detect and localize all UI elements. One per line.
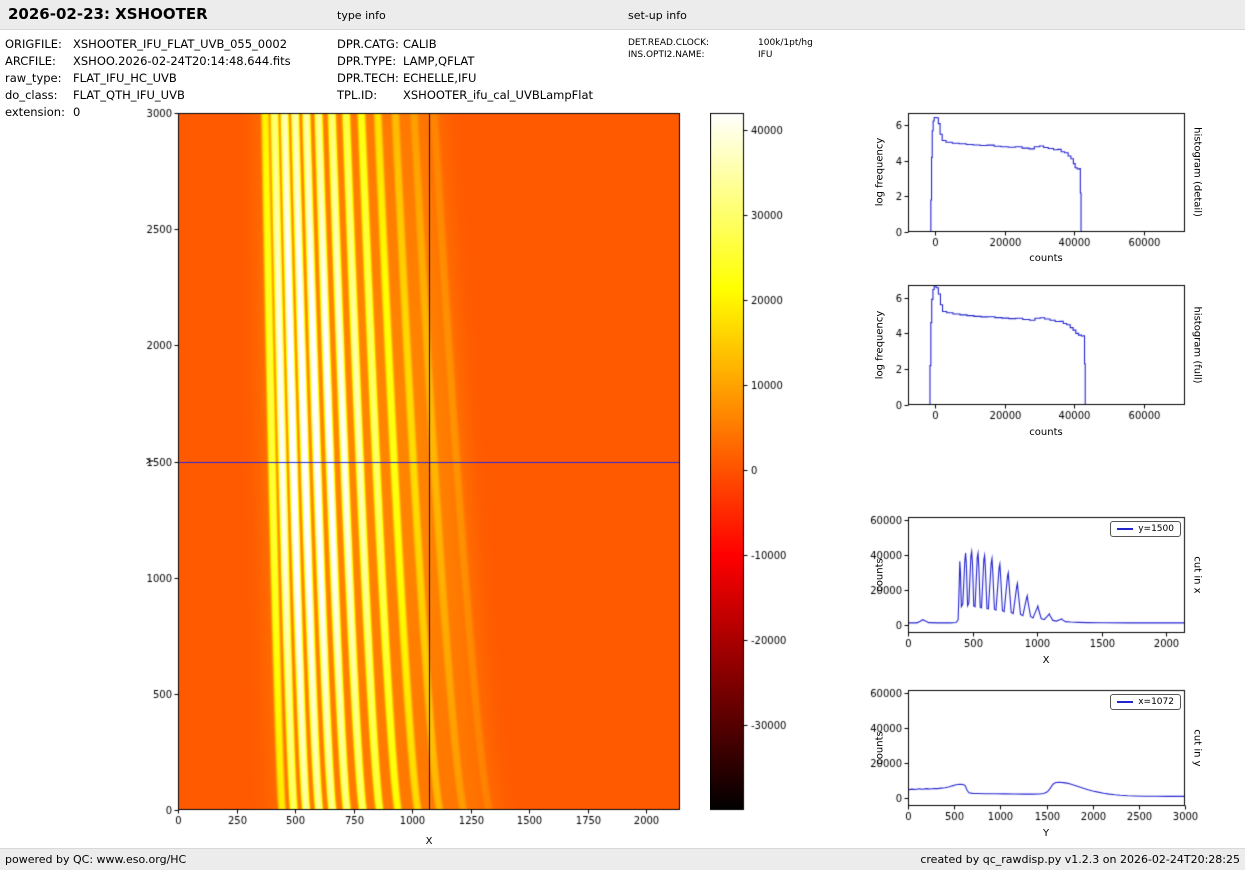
meta-label: raw_type: xyxy=(5,71,62,85)
meta-value: XSHOO.2026-02-24T20:14:48.644.fits xyxy=(73,54,291,68)
histogram-detail-ylabel: log frequency xyxy=(874,137,886,207)
meta-value: 0 xyxy=(73,105,81,119)
meta-value: FLAT_IFU_HC_UVB xyxy=(73,71,177,85)
histogram-full-ylabel: log frequency xyxy=(874,310,886,380)
setup-info-heading: set-up info xyxy=(628,9,687,22)
meta-row: DPR.TECH: ECHELLE,IFU xyxy=(337,70,593,87)
meta-label: ORIGFILE: xyxy=(5,37,62,51)
cut-in-x-ylabel: counts xyxy=(874,558,886,592)
histogram-detail-xlabel: counts xyxy=(1029,253,1063,264)
meta-row: raw_type: FLAT_IFU_HC_UVB xyxy=(5,70,291,87)
meta-label: DPR.TECH: xyxy=(337,71,399,85)
histogram-full-side-label: histogram (full) xyxy=(1191,306,1203,384)
cut-in-x-legend: y=1500 xyxy=(1110,521,1181,537)
meta-value: IFU xyxy=(758,50,773,60)
type-info-heading: type info xyxy=(337,9,386,22)
cut-in-x-xlabel: X xyxy=(1042,655,1050,666)
meta-row: INS.OPTI2.NAME: IFU xyxy=(628,49,813,61)
cut-in-y-plot: counts cut in y Y x=1072 xyxy=(870,677,1205,845)
footer-created-by: created by qc_rawdisp.py v1.2.3 on 2026-… xyxy=(920,853,1240,866)
legend-label: x=1072 xyxy=(1138,697,1174,707)
legend-label: y=1500 xyxy=(1138,524,1174,534)
histogram-full-canvas xyxy=(870,272,1205,444)
colorbar xyxy=(710,100,800,850)
cut-in-x-plot: counts cut in x X y=1500 xyxy=(870,504,1205,672)
histogram-detail-side-label: histogram (detail) xyxy=(1191,127,1203,217)
meta-row: ORIGFILE: XSHOOTER_IFU_FLAT_UVB_055_0002 xyxy=(5,36,291,53)
raw-image-plot: Y X xyxy=(140,100,690,850)
meta-value: XSHOOTER_IFU_FLAT_UVB_055_0002 xyxy=(73,37,288,51)
cut-in-y-xlabel: Y xyxy=(1042,828,1050,839)
raw-image-xlabel: X xyxy=(425,836,433,847)
meta-row: ARCFILE: XSHOO.2026-02-24T20:14:48.644.fi… xyxy=(5,53,291,70)
cut-in-x-side-label: cut in x xyxy=(1191,556,1203,594)
meta-value: CALIB xyxy=(403,37,437,51)
raw-image-canvas xyxy=(140,100,690,850)
page-title: 2026-02-23: XSHOOTER xyxy=(8,5,208,23)
legend-line-sample xyxy=(1117,528,1134,530)
header-bar: 2026-02-23: XSHOOTER type info set-up in… xyxy=(0,0,1245,30)
meta-label: ARCFILE: xyxy=(5,54,56,68)
legend-line-sample xyxy=(1117,701,1134,703)
meta-label: DPR.TYPE: xyxy=(337,54,397,68)
histogram-full-plot: log frequency histogram (full) counts xyxy=(870,272,1205,444)
meta-value: ECHELLE,IFU xyxy=(403,71,477,85)
cut-in-y-legend: x=1072 xyxy=(1110,694,1181,710)
meta-value: 100k/1pt/hg xyxy=(758,38,813,48)
cut-in-y-side-label: cut in y xyxy=(1191,729,1203,767)
meta-row: DPR.TYPE: LAMP,QFLAT xyxy=(337,53,593,70)
footer-qc-link[interactable]: powered by QC: www.eso.org/HC xyxy=(5,853,186,866)
meta-value: LAMP,QFLAT xyxy=(403,54,475,68)
histogram-detail-plot: log frequency histogram (detail) counts xyxy=(870,100,1205,270)
meta-row: DPR.CATG: CALIB xyxy=(337,36,593,53)
meta-label: do_class: xyxy=(5,88,58,102)
meta-row: DET.READ.CLOCK: 100k/1pt/hg xyxy=(628,37,813,49)
meta-label: DPR.CATG: xyxy=(337,37,399,51)
cut-in-y-ylabel: counts xyxy=(874,731,886,765)
colorbar-canvas xyxy=(710,100,800,850)
meta-label: INS.OPTI2.NAME: xyxy=(628,50,705,60)
setup-info-block: DET.READ.CLOCK: 100k/1pt/hg INS.OPTI2.NAME… xyxy=(628,37,813,61)
histogram-full-xlabel: counts xyxy=(1029,427,1063,438)
raw-image-ylabel: Y xyxy=(145,457,157,465)
meta-label: extension: xyxy=(5,105,65,119)
type-info-block: DPR.CATG: CALIB DPR.TYPE: LAMP,QFLAT DPR.TEC… xyxy=(337,36,593,104)
histogram-detail-canvas xyxy=(870,100,1205,270)
footer-bar: powered by QC: www.eso.org/HC created by… xyxy=(0,848,1245,870)
meta-label: DET.READ.CLOCK: xyxy=(628,38,710,48)
